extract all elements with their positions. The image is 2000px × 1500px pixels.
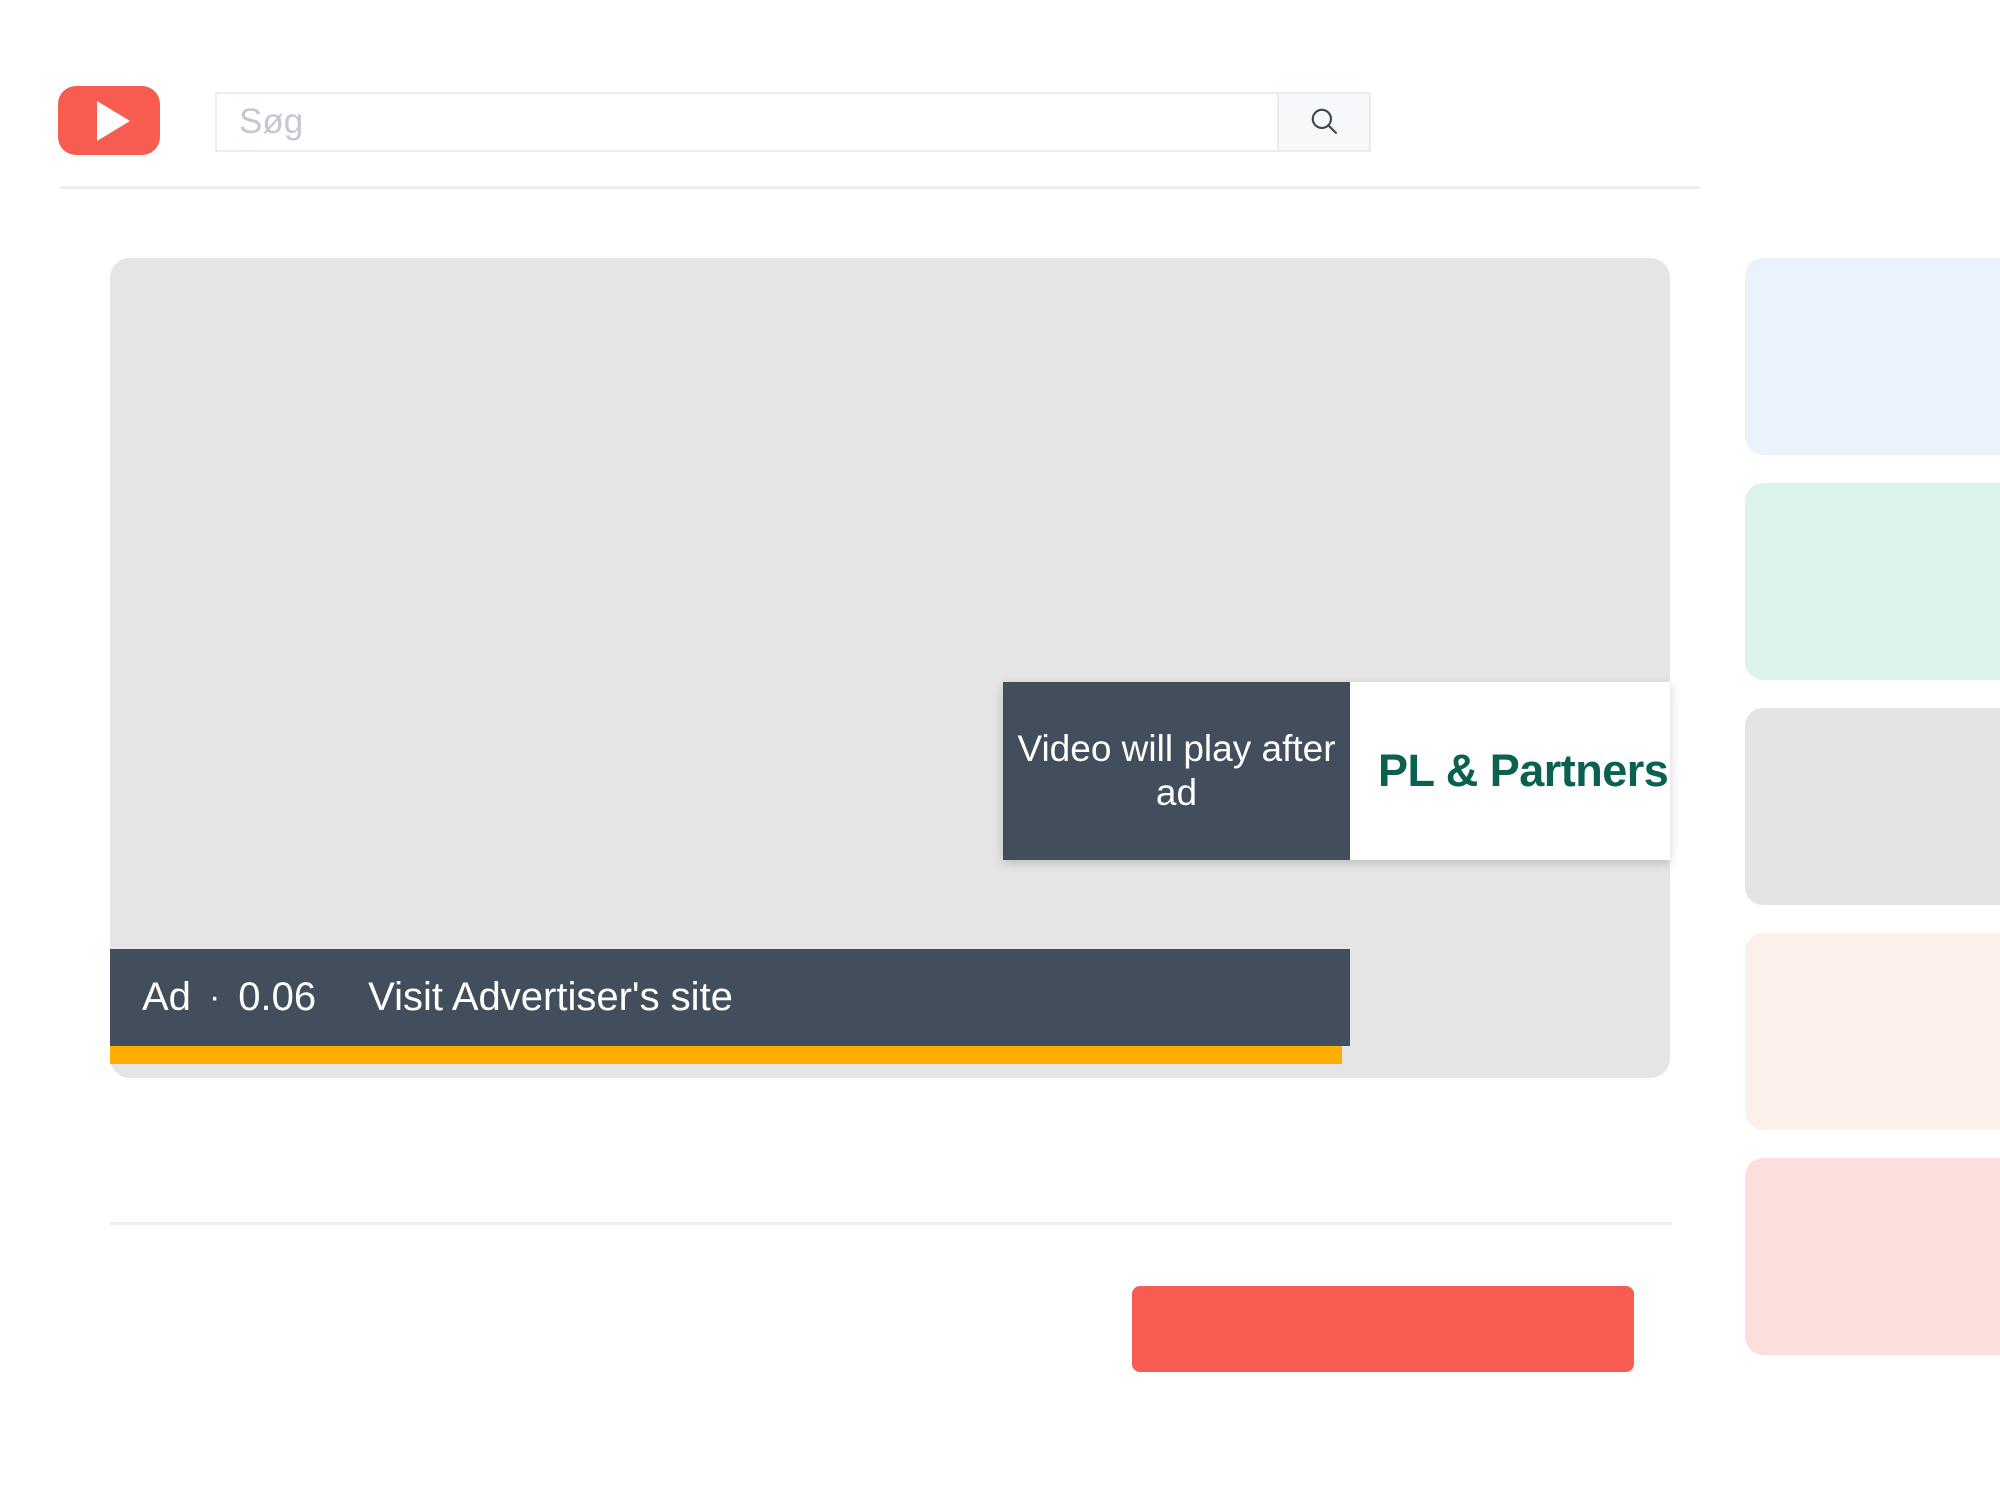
play-triangle-icon (96, 100, 130, 141)
header-divider (60, 186, 1700, 189)
search-button[interactable] (1277, 94, 1369, 150)
ad-overlay[interactable]: Video will play after ad PL & Partners (1003, 682, 1670, 860)
app-header (0, 0, 2000, 189)
ad-advertiser-name: PL & Partners (1378, 745, 1669, 796)
ad-progress-track[interactable] (110, 1046, 1670, 1064)
search-input[interactable] (217, 94, 1277, 150)
content-divider (110, 1222, 1672, 1225)
primary-action-button[interactable] (1132, 1286, 1634, 1372)
ad-time-remaining: 0.06 (238, 975, 317, 1019)
sidebar-card-4[interactable] (1745, 933, 2000, 1130)
recommendations-sidebar (1745, 258, 2000, 1383)
ad-control-bar: Ad · 0.06 Visit Advertiser's site (110, 949, 1350, 1046)
ad-overlay-brand-panel[interactable]: PL & Partners (1350, 682, 1670, 860)
sidebar-card-1[interactable] (1745, 258, 2000, 455)
sidebar-card-2[interactable] (1745, 483, 2000, 680)
ad-badge-label: Ad (142, 975, 191, 1019)
search-bar (215, 92, 1371, 152)
ad-overlay-message: Video will play after ad (1003, 682, 1350, 860)
search-icon (1307, 104, 1341, 141)
ad-progress-fill (110, 1046, 1343, 1064)
visit-advertiser-site-link[interactable]: Visit Advertiser's site (368, 975, 733, 1020)
youtube-logo[interactable] (58, 86, 160, 155)
sidebar-card-3[interactable] (1745, 708, 2000, 905)
ad-separator: · (208, 978, 221, 1016)
sidebar-card-5[interactable] (1745, 1158, 2000, 1355)
